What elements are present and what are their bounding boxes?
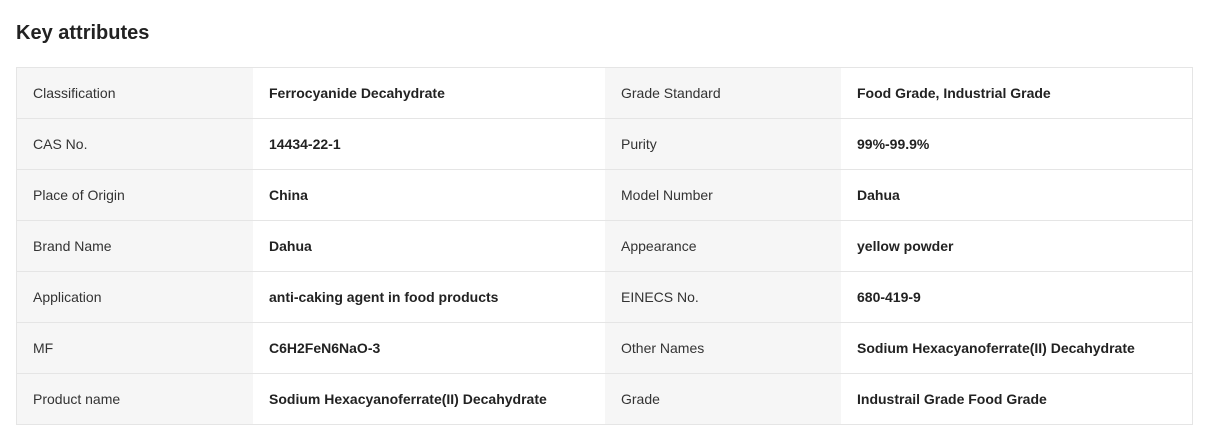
attribute-value: Dahua <box>253 221 605 271</box>
attribute-value: Ferrocyanide Decahydrate <box>253 68 605 118</box>
table-row: Brand Name Dahua Appearance yellow powde… <box>17 220 1192 271</box>
key-attributes-section: Key attributes Classification Ferrocyani… <box>0 0 1206 438</box>
table-row: Application anti-caking agent in food pr… <box>17 271 1192 322</box>
table-row: MF C6H2FeN6NaO-3 Other Names Sodium Hexa… <box>17 322 1192 373</box>
attribute-label: Classification <box>17 68 253 118</box>
attribute-value: Sodium Hexacyanoferrate(II) Decahydrate <box>253 374 605 424</box>
attribute-label: Place of Origin <box>17 170 253 220</box>
attribute-value: 99%-99.9% <box>841 119 1192 169</box>
attribute-label: Appearance <box>605 221 841 271</box>
attributes-table: Classification Ferrocyanide Decahydrate … <box>16 67 1193 425</box>
attribute-value: yellow powder <box>841 221 1192 271</box>
attribute-value: anti-caking agent in food products <box>253 272 605 322</box>
attribute-value: China <box>253 170 605 220</box>
table-row: Place of Origin China Model Number Dahua <box>17 169 1192 220</box>
attribute-value: Industrail Grade Food Grade <box>841 374 1192 424</box>
table-row: Classification Ferrocyanide Decahydrate … <box>17 68 1192 118</box>
attribute-label: Grade <box>605 374 841 424</box>
attribute-label: Model Number <box>605 170 841 220</box>
attribute-label: Product name <box>17 374 253 424</box>
attribute-value: C6H2FeN6NaO-3 <box>253 323 605 373</box>
section-title: Key attributes <box>16 22 150 44</box>
table-row: Product name Sodium Hexacyanoferrate(II)… <box>17 373 1192 424</box>
attribute-label: Purity <box>605 119 841 169</box>
attribute-value: 680-419-9 <box>841 272 1192 322</box>
attribute-label: Application <box>17 272 253 322</box>
attribute-label: Grade Standard <box>605 68 841 118</box>
attribute-value: Food Grade, Industrial Grade <box>841 68 1192 118</box>
attribute-label: CAS No. <box>17 119 253 169</box>
attribute-value: 14434-22-1 <box>253 119 605 169</box>
attribute-value: Sodium Hexacyanoferrate(II) Decahydrate <box>841 323 1192 373</box>
attribute-label: Brand Name <box>17 221 253 271</box>
table-row: CAS No. 14434-22-1 Purity 99%-99.9% <box>17 118 1192 169</box>
attribute-label: Other Names <box>605 323 841 373</box>
attribute-label: EINECS No. <box>605 272 841 322</box>
attribute-label: MF <box>17 323 253 373</box>
attribute-value: Dahua <box>841 170 1192 220</box>
